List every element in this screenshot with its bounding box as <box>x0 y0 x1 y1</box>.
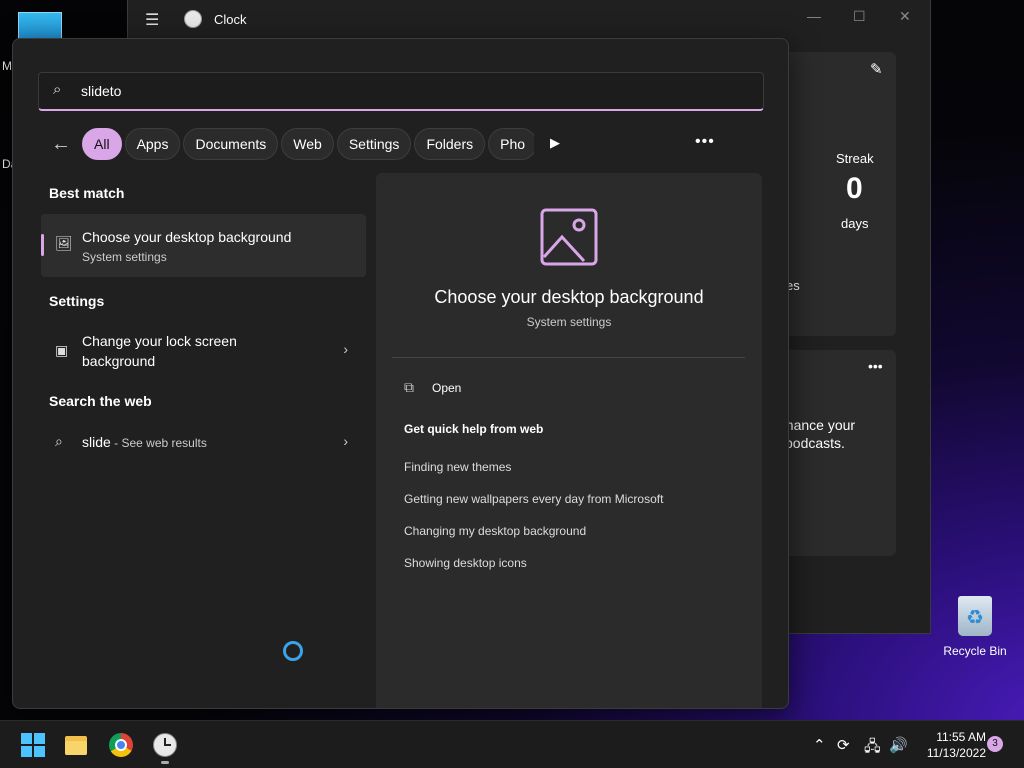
show-hidden-icons-chevron-icon[interactable]: ⌃ <box>813 736 826 754</box>
more-options-icon[interactable]: ••• <box>868 358 883 374</box>
preview-title: Choose your desktop background <box>434 287 704 307</box>
start-button-windows-icon[interactable] <box>21 733 45 757</box>
hamburger-menu-icon[interactable]: ☰ <box>145 10 159 30</box>
open-external-icon[interactable]: ⧉ <box>404 379 414 396</box>
result-title-line1: Change your lock screen <box>82 333 237 349</box>
lock-screen-result[interactable]: ▣ Change your lock screen background › <box>41 327 366 375</box>
streak-value: 0 <box>846 172 863 205</box>
minimize-icon[interactable]: — <box>807 8 821 24</box>
close-icon[interactable]: ✕ <box>899 8 911 25</box>
clock-datetime[interactable]: 11:55 AM 11/13/2022 <box>918 729 986 761</box>
clock-taskbar-icon[interactable] <box>153 733 177 757</box>
loading-spinner <box>283 641 303 661</box>
recycle-bin-label: Recycle Bin <box>943 644 1007 658</box>
clock-app-icon <box>184 10 202 28</box>
sync-status-icon[interactable]: ⟳ <box>837 736 850 754</box>
quick-help-heading: Get quick help from web <box>404 422 544 436</box>
clock-titlebar[interactable]: ☰ Clock — ☐ ✕ <box>128 0 930 38</box>
preview-pane: Choose your desktop background System se… <box>376 173 762 708</box>
active-app-indicator <box>161 761 169 764</box>
scroll-filters-right-icon[interactable]: ▶ <box>550 135 560 151</box>
volume-icon[interactable]: 🔊 <box>889 736 908 754</box>
filter-chip-folders[interactable]: Folders <box>414 128 486 160</box>
web-search-result[interactable]: ⌕ slide - See web results › <box>41 427 366 457</box>
help-link[interactable]: Showing desktop icons <box>404 556 527 570</box>
filter-chip-web[interactable]: Web <box>281 128 334 160</box>
filter-chips: All Apps Documents Web Settings Folders Pho <box>82 128 534 160</box>
chevron-right-icon: › <box>343 341 348 357</box>
taskbar-date: 11/13/2022 <box>926 746 986 760</box>
back-arrow-icon[interactable]: ← <box>51 133 71 156</box>
preview-divider <box>392 357 745 358</box>
result-title: Choose your desktop background <box>82 229 292 245</box>
chrome-icon[interactable] <box>109 733 133 757</box>
image-icon: 🖼 <box>55 235 73 251</box>
search-box[interactable]: ⌕ <box>38 72 764 111</box>
filter-chip-settings[interactable]: Settings <box>336 128 412 160</box>
streak-label: Streak <box>836 151 874 166</box>
web-query: slide <box>82 434 111 450</box>
filter-chip-apps[interactable]: Apps <box>124 128 181 160</box>
lock-screen-icon: ▣ <box>55 342 69 358</box>
search-web-heading: Search the web <box>49 393 152 409</box>
clock-window-title: Clock <box>214 12 247 27</box>
desktop-icon-top-left[interactable] <box>18 12 62 40</box>
result-subtitle: System settings <box>82 250 167 264</box>
streak-unit: days <box>841 216 869 231</box>
result-title-line2: background <box>82 353 156 369</box>
filter-chip-all[interactable]: All <box>82 128 122 160</box>
recycle-bin-graphic: ♻ <box>958 596 992 636</box>
help-link[interactable]: Getting new wallpapers every day from Mi… <box>404 492 663 506</box>
notification-badge[interactable]: 3 <box>987 736 1003 752</box>
settings-heading: Settings <box>49 293 105 309</box>
desktop-icon-label: M <box>2 59 12 73</box>
recycle-bin-icon[interactable]: ♻ Recycle Bin <box>942 596 1008 658</box>
filter-chip-photos[interactable]: Pho <box>488 128 534 160</box>
web-result-text: slide - See web results <box>82 432 207 453</box>
network-icon[interactable]: 🖧 <box>864 736 881 761</box>
start-search-panel: ⌕ ← AllAppsDocumentsWebSettingsFoldersPh… <box>12 38 789 709</box>
filter-chip-documents[interactable]: Documents <box>183 128 279 160</box>
taskbar-time: 11:55 AM <box>936 730 986 744</box>
search-icon: ⌕ <box>55 433 63 449</box>
best-match-result[interactable]: 🖼 Choose your desktop background System … <box>41 214 366 277</box>
best-match-heading: Best match <box>49 185 125 201</box>
chevron-right-icon: › <box>343 433 348 449</box>
edit-pencil-icon[interactable]: ✎ <box>870 60 883 78</box>
web-suffix: - See web results <box>110 436 207 450</box>
help-link[interactable]: Changing my desktop background <box>404 524 586 538</box>
more-options-icon[interactable]: ••• <box>695 133 715 151</box>
search-input[interactable] <box>79 79 683 103</box>
file-explorer-icon[interactable] <box>64 733 88 757</box>
preview-subtitle: System settings <box>526 315 612 329</box>
maximize-icon[interactable]: ☐ <box>853 8 866 25</box>
help-link[interactable]: Finding new themes <box>404 460 511 474</box>
podcast-promo-text: nhance your l podcasts. <box>778 417 856 451</box>
image-icon <box>540 208 598 266</box>
search-icon: ⌕ <box>53 81 62 98</box>
open-action[interactable]: Open <box>432 381 461 395</box>
